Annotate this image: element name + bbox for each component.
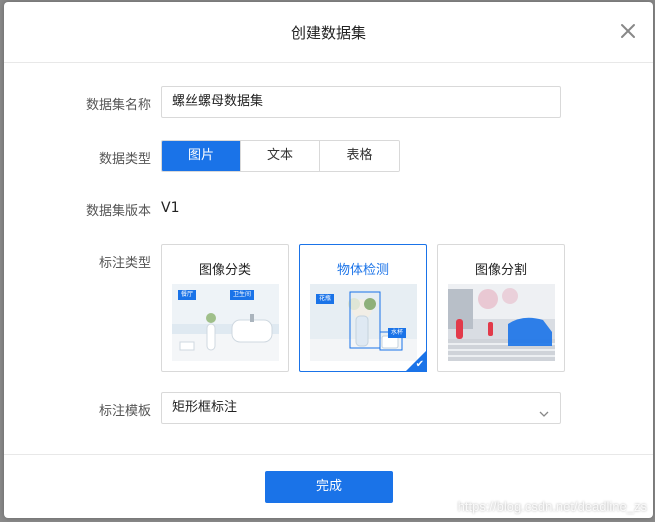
type-label: 数据类型 [98,152,151,167]
version-value: V1 [161,200,180,216]
dataset-name-input[interactable]: 螺丝螺母数据集 [161,86,561,118]
create-dataset-dialog: 创建数据集 数据集名称 螺丝螺母数据集 数据类型 图片 文本 表格 数据集版本 … [4,2,653,518]
type-option-image[interactable]: 图片 [162,141,241,171]
annotation-type-cards: 图像分类 餐厅 卫生间 物体检测 花瓶 水杯 ✔ 图像分割 [161,244,565,372]
select-value: 矩形框标注 [172,400,238,415]
tag-label: 卫生间 [230,290,255,300]
version-label: 数据集版本 [85,204,151,219]
classification-thumbnail: 餐厅 卫生间 [172,284,279,361]
segmentation-thumbnail [448,284,555,361]
chevron-down-icon [538,402,550,432]
annotation-card-segmentation[interactable]: 图像分割 [437,244,565,372]
card-title: 图像分类 [198,263,251,278]
tag-label: 餐厅 [178,290,197,300]
close-icon[interactable] [619,22,637,40]
data-type-segmented-control: 图片 文本 表格 [161,140,400,172]
template-label: 标注模板 [98,404,151,419]
tag-label: 水杯 [388,328,407,338]
dialog-header: 创建数据集 [4,2,653,63]
tag-label: 花瓶 [316,294,335,304]
checkmark-icon: ✔ [415,359,424,370]
card-title: 图像分割 [474,263,527,278]
annotation-card-detection[interactable]: 物体检测 花瓶 水杯 ✔ [299,244,427,372]
card-title: 物体检测 [336,263,389,278]
dialog-title: 创建数据集 [290,24,366,42]
annotation-card-classification[interactable]: 图像分类 餐厅 卫生间 [161,244,289,372]
annotation-template-select[interactable]: 矩形框标注 [161,392,561,424]
type-option-table[interactable]: 表格 [320,141,399,171]
detection-thumbnail: 花瓶 水杯 [310,284,417,361]
annotation-label: 标注类型 [98,256,151,271]
finish-button[interactable]: 完成 [265,471,393,503]
type-option-text[interactable]: 文本 [241,141,320,171]
name-label: 数据集名称 [85,98,151,113]
watermark-text: https://blog.csdn.net/deadline_zs [457,499,647,514]
